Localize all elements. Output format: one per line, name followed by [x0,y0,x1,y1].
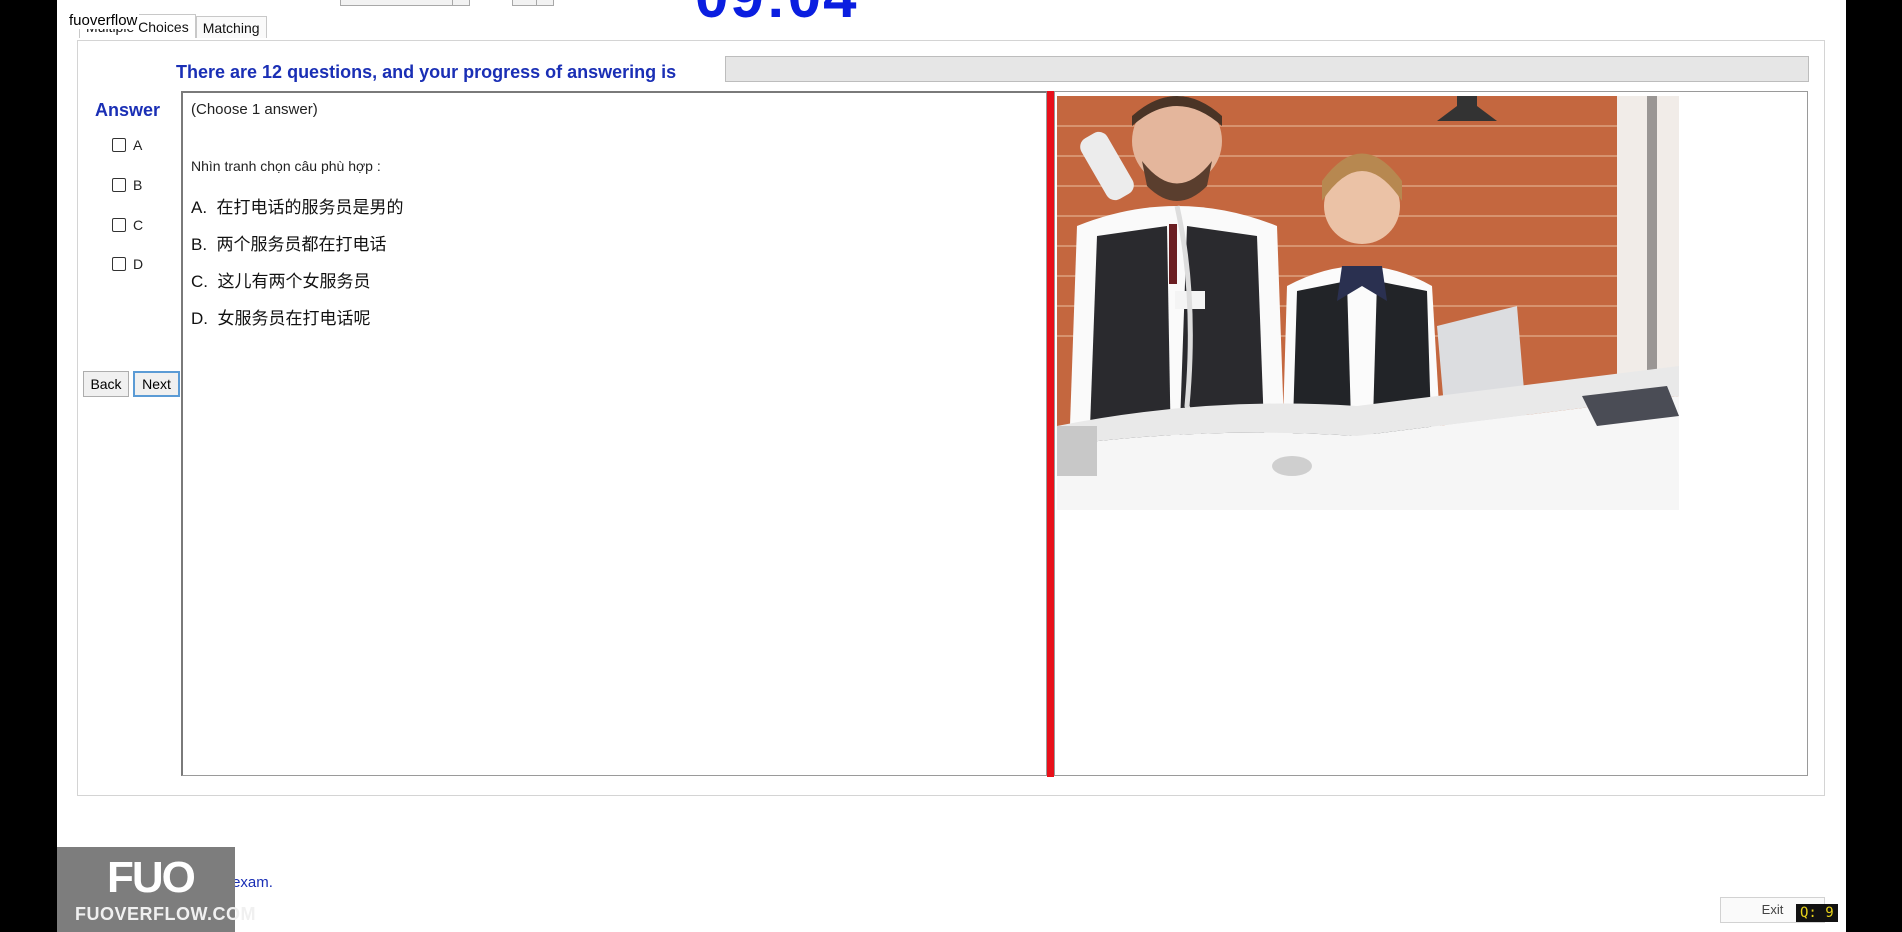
option-text: 在打电话的服务员是男的 [216,198,404,217]
countdown-timer: 09:04 [695,0,858,31]
progress-bar [725,56,1809,82]
answer-option-label: C [133,217,144,233]
answer-option-label: A [133,137,143,153]
option-key: B. [191,235,208,254]
question-instruction: (Choose 1 answer) [191,101,318,118]
back-button[interactable]: Back [83,371,129,397]
logo-mark: FUO [107,853,196,902]
top-dropdown[interactable] [340,0,470,6]
checkbox[interactable] [112,138,126,152]
exam-window: 09:04 Multiple Choices Matching fuoverfl… [57,0,1846,932]
answer-option-d[interactable]: D [112,256,143,272]
pane-splitter[interactable] [1047,91,1054,777]
chevron-down-icon [536,0,553,5]
option-text: 两个服务员都在打电话 [216,235,387,254]
answer-option-label: B [133,177,143,193]
option-text: 女服务员在打电话呢 [217,309,371,328]
checkbox[interactable] [112,257,126,271]
question-prompt: Nhìn tranh chọn câu phù hợp : [191,158,381,174]
answer-option-a[interactable]: A [112,137,142,153]
checkbox[interactable] [112,178,126,192]
question-image [1057,96,1679,510]
logo-url: FUOVERFLOW.COM [75,904,256,924]
answer-option-b[interactable]: B [112,177,142,193]
answer-title: Answer [95,100,161,120]
option-key: D. [191,309,208,328]
option-key: A. [191,198,208,217]
progress-label: There are 12 questions, and your progres… [176,62,677,82]
option-key: C. [191,272,208,291]
question-option-c: C. 这儿有两个女服务员 [191,267,370,292]
checkbox[interactable] [112,218,126,232]
option-text: 这儿有两个女服务员 [217,272,371,291]
tab-matching[interactable]: Matching [195,16,267,38]
next-button[interactable]: Next [133,371,180,397]
watermark-logo: FUO FUOVERFLOW.COM [57,847,256,932]
question-counter: Q: 9 [1796,904,1838,922]
answer-option-label: D [133,256,144,272]
brand-tag: fuoverflow [67,12,140,29]
question-option-a: A. 在打电话的服务员是男的 [191,193,404,218]
question-option-b: B. 两个服务员都在打电话 [191,230,387,255]
question-option-d: D. 女服务员在打电话呢 [191,304,370,329]
answer-option-c[interactable]: C [112,217,143,233]
chevron-down-icon [452,0,469,5]
top-spinner[interactable] [512,0,554,6]
